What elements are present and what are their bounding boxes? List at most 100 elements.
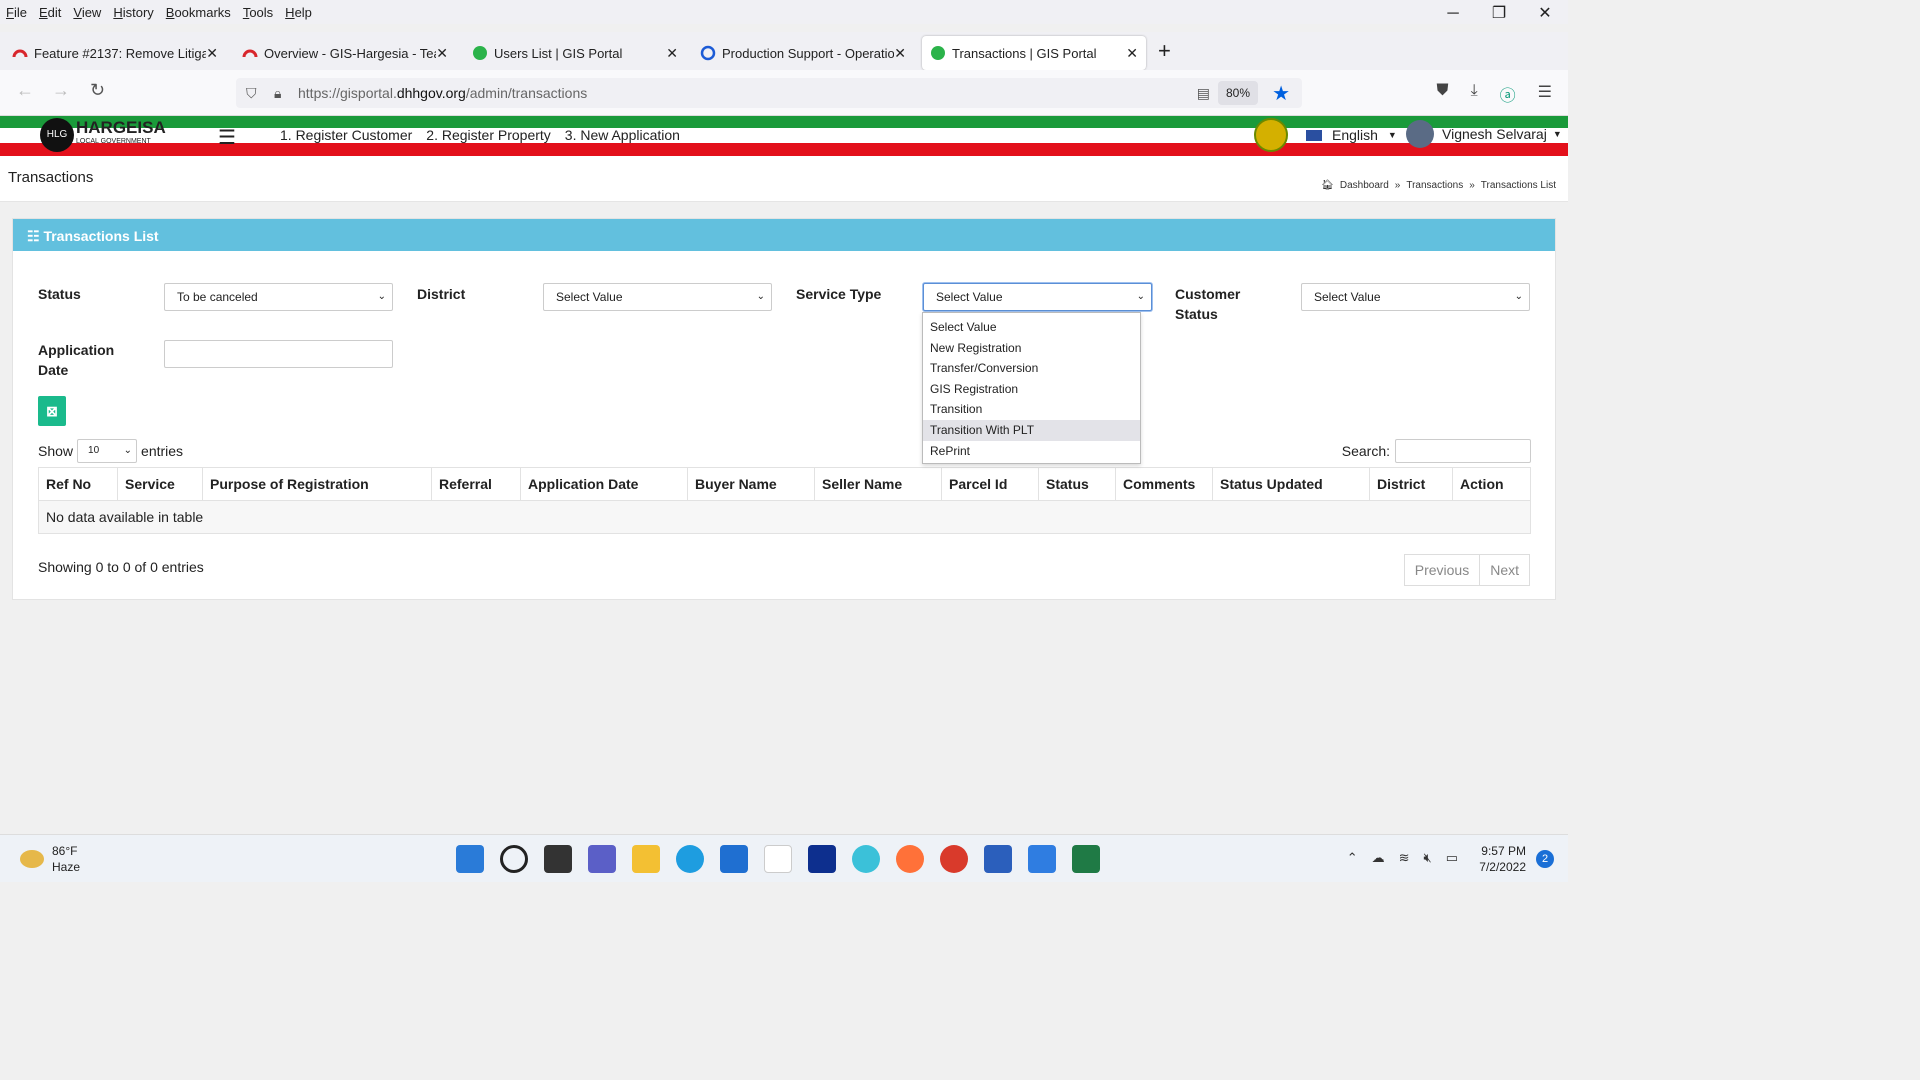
onedrive-icon[interactable]: ☁: [1372, 850, 1385, 866]
search-input[interactable]: [1395, 439, 1531, 463]
mail-icon[interactable]: [852, 845, 880, 873]
language-selector[interactable]: English ▼: [1306, 127, 1397, 143]
tab-production-support[interactable]: Production Support - Operation ✕: [692, 36, 914, 70]
breadcrumb-transactions[interactable]: Transactions: [1406, 180, 1463, 191]
column-referral[interactable]: Referral: [431, 467, 521, 501]
option-transition[interactable]: Transition: [923, 399, 1140, 420]
close-tab-icon[interactable]: ✕: [436, 45, 448, 62]
previous-button[interactable]: Previous: [1403, 554, 1481, 586]
hamburger-icon[interactable]: ☰: [218, 125, 236, 150]
url-bar[interactable]: ⛉ 🔒︎ https://gisportal.dhhgov.org/admin/…: [236, 78, 1302, 108]
status-select[interactable]: To be canceled ⌄: [164, 283, 393, 311]
shield-icon[interactable]: ⛉: [246, 85, 257, 102]
breadcrumb-dashboard[interactable]: Dashboard: [1340, 180, 1389, 191]
app-menu-icon[interactable]: ☰: [1538, 82, 1552, 106]
close-tab-icon[interactable]: ✕: [206, 45, 218, 62]
option-transfer-conversion[interactable]: Transfer/Conversion: [923, 358, 1140, 379]
start-icon[interactable]: [456, 845, 484, 873]
menu-view[interactable]: View: [73, 5, 101, 20]
extension-icon[interactable]: ⓐ: [1500, 82, 1516, 106]
store-icon[interactable]: [720, 845, 748, 873]
column-service[interactable]: Service: [117, 467, 203, 501]
column-district[interactable]: District: [1369, 467, 1453, 501]
zoom-level[interactable]: 80%: [1217, 81, 1258, 105]
menu-new-application[interactable]: 3. New Application: [565, 127, 680, 143]
file-explorer-icon[interactable]: [632, 845, 660, 873]
user-menu[interactable]: Vignesh Selvaraj ▼: [1406, 120, 1562, 148]
menu-register-property[interactable]: 2. Register Property: [426, 127, 551, 143]
firefox-icon[interactable]: [896, 845, 924, 873]
bookmark-star-icon[interactable]: ★: [1272, 81, 1290, 106]
next-button[interactable]: Next: [1480, 554, 1530, 586]
customer-status-select-value: Select Value: [1314, 290, 1381, 304]
option-gis-registration[interactable]: GIS Registration: [923, 379, 1140, 400]
url-text[interactable]: https://gisportal.dhhgov.org/admin/trans…: [298, 85, 587, 101]
weather-widget[interactable]: 86°F Haze: [20, 843, 80, 875]
word-icon[interactable]: [984, 845, 1012, 873]
task-view-icon[interactable]: [544, 845, 572, 873]
download-icon[interactable]: ⤓: [1471, 82, 1478, 106]
reload-icon[interactable]: ↻: [90, 80, 105, 101]
search-icon[interactable]: [500, 845, 528, 873]
teams-chat-icon[interactable]: [588, 845, 616, 873]
entries-select[interactable]: 10 ⌄: [77, 439, 138, 463]
menu-edit[interactable]: Edit: [39, 5, 61, 20]
option-new-registration[interactable]: New Registration: [923, 338, 1140, 359]
service-type-select[interactable]: Select Value ⌄: [923, 283, 1152, 311]
district-select[interactable]: Select Value ⌄: [543, 283, 772, 311]
tab-transactions[interactable]: Transactions | GIS Portal ✕: [922, 36, 1146, 70]
menu-tools[interactable]: Tools: [243, 5, 273, 20]
notepad-icon[interactable]: [1028, 845, 1056, 873]
tab-feature[interactable]: Feature #2137: Remove Litigatio ✕: [4, 36, 226, 70]
option-transition-with-plt[interactable]: Transition With PLT: [923, 419, 1140, 441]
amazon-icon[interactable]: [764, 845, 792, 873]
column-parcel-id[interactable]: Parcel Id: [941, 467, 1039, 501]
menu-bookmarks[interactable]: Bookmarks: [166, 5, 231, 20]
column-buyer-name[interactable]: Buyer Name: [687, 467, 815, 501]
export-excel-button[interactable]: ⊠: [38, 396, 66, 426]
battery-icon[interactable]: ▭: [1446, 850, 1458, 866]
menu-history[interactable]: History: [113, 5, 153, 20]
back-icon[interactable]: ←: [16, 80, 34, 101]
card-header: ☷ Transactions List: [13, 219, 1555, 251]
brand-name: HARGEISA LOCAL GOVERNMENT: [76, 118, 166, 145]
new-tab-icon[interactable]: +: [1158, 38, 1171, 64]
reader-view-icon[interactable]: ▤: [1197, 85, 1210, 102]
menu-register-customer[interactable]: 1. Register Customer: [280, 127, 412, 143]
tab-overview[interactable]: Overview - GIS-Hargesia - Team ✕: [234, 36, 456, 70]
column-application-date[interactable]: Application Date: [520, 467, 688, 501]
menu-help[interactable]: Help: [285, 5, 312, 20]
close-tab-icon[interactable]: ✕: [1126, 45, 1138, 62]
dropbox-icon[interactable]: [808, 845, 836, 873]
tab-users-list[interactable]: Users List | GIS Portal ✕: [464, 36, 686, 70]
chevron-up-icon[interactable]: ⌃: [1347, 850, 1358, 866]
customer-status-select[interactable]: Select Value ⌄: [1301, 283, 1530, 311]
column-purpose[interactable]: Purpose of Registration: [202, 467, 432, 501]
menu-file[interactable]: File: [6, 5, 27, 20]
column-ref-no[interactable]: Ref No: [38, 467, 118, 501]
restore-icon[interactable]: ❐: [1476, 0, 1522, 28]
excel-icon[interactable]: [1072, 845, 1100, 873]
notification-badge[interactable]: 2: [1536, 850, 1554, 868]
application-date-input[interactable]: [164, 340, 393, 368]
close-tab-icon[interactable]: ✕: [666, 45, 678, 62]
minimize-icon[interactable]: ─: [1430, 0, 1476, 28]
column-action[interactable]: Action: [1452, 467, 1531, 501]
clock[interactable]: 9:57 PM 7/2/2022: [1479, 843, 1526, 875]
forward-icon[interactable]: →: [52, 80, 70, 101]
column-status-updated[interactable]: Status Updated: [1212, 467, 1370, 501]
column-status[interactable]: Status: [1038, 467, 1116, 501]
option-select-value[interactable]: Select Value: [923, 317, 1140, 338]
wifi-icon[interactable]: ≋: [1399, 850, 1410, 866]
close-tab-icon[interactable]: ✕: [894, 45, 906, 62]
chrome-icon[interactable]: [940, 845, 968, 873]
pocket-icon[interactable]: ⛊: [1437, 82, 1449, 106]
close-window-icon[interactable]: ✕: [1522, 0, 1568, 28]
column-comments[interactable]: Comments: [1115, 467, 1213, 501]
edge-icon[interactable]: [676, 845, 704, 873]
column-seller-name[interactable]: Seller Name: [814, 467, 942, 501]
lock-icon[interactable]: 🔒︎: [274, 85, 281, 102]
option-reprint[interactable]: RePrint: [923, 441, 1140, 462]
volume-muted-icon[interactable]: 🔇︎: [1424, 850, 1432, 866]
site-logo[interactable]: HLG HARGEISA LOCAL GOVERNMENT: [40, 118, 166, 152]
